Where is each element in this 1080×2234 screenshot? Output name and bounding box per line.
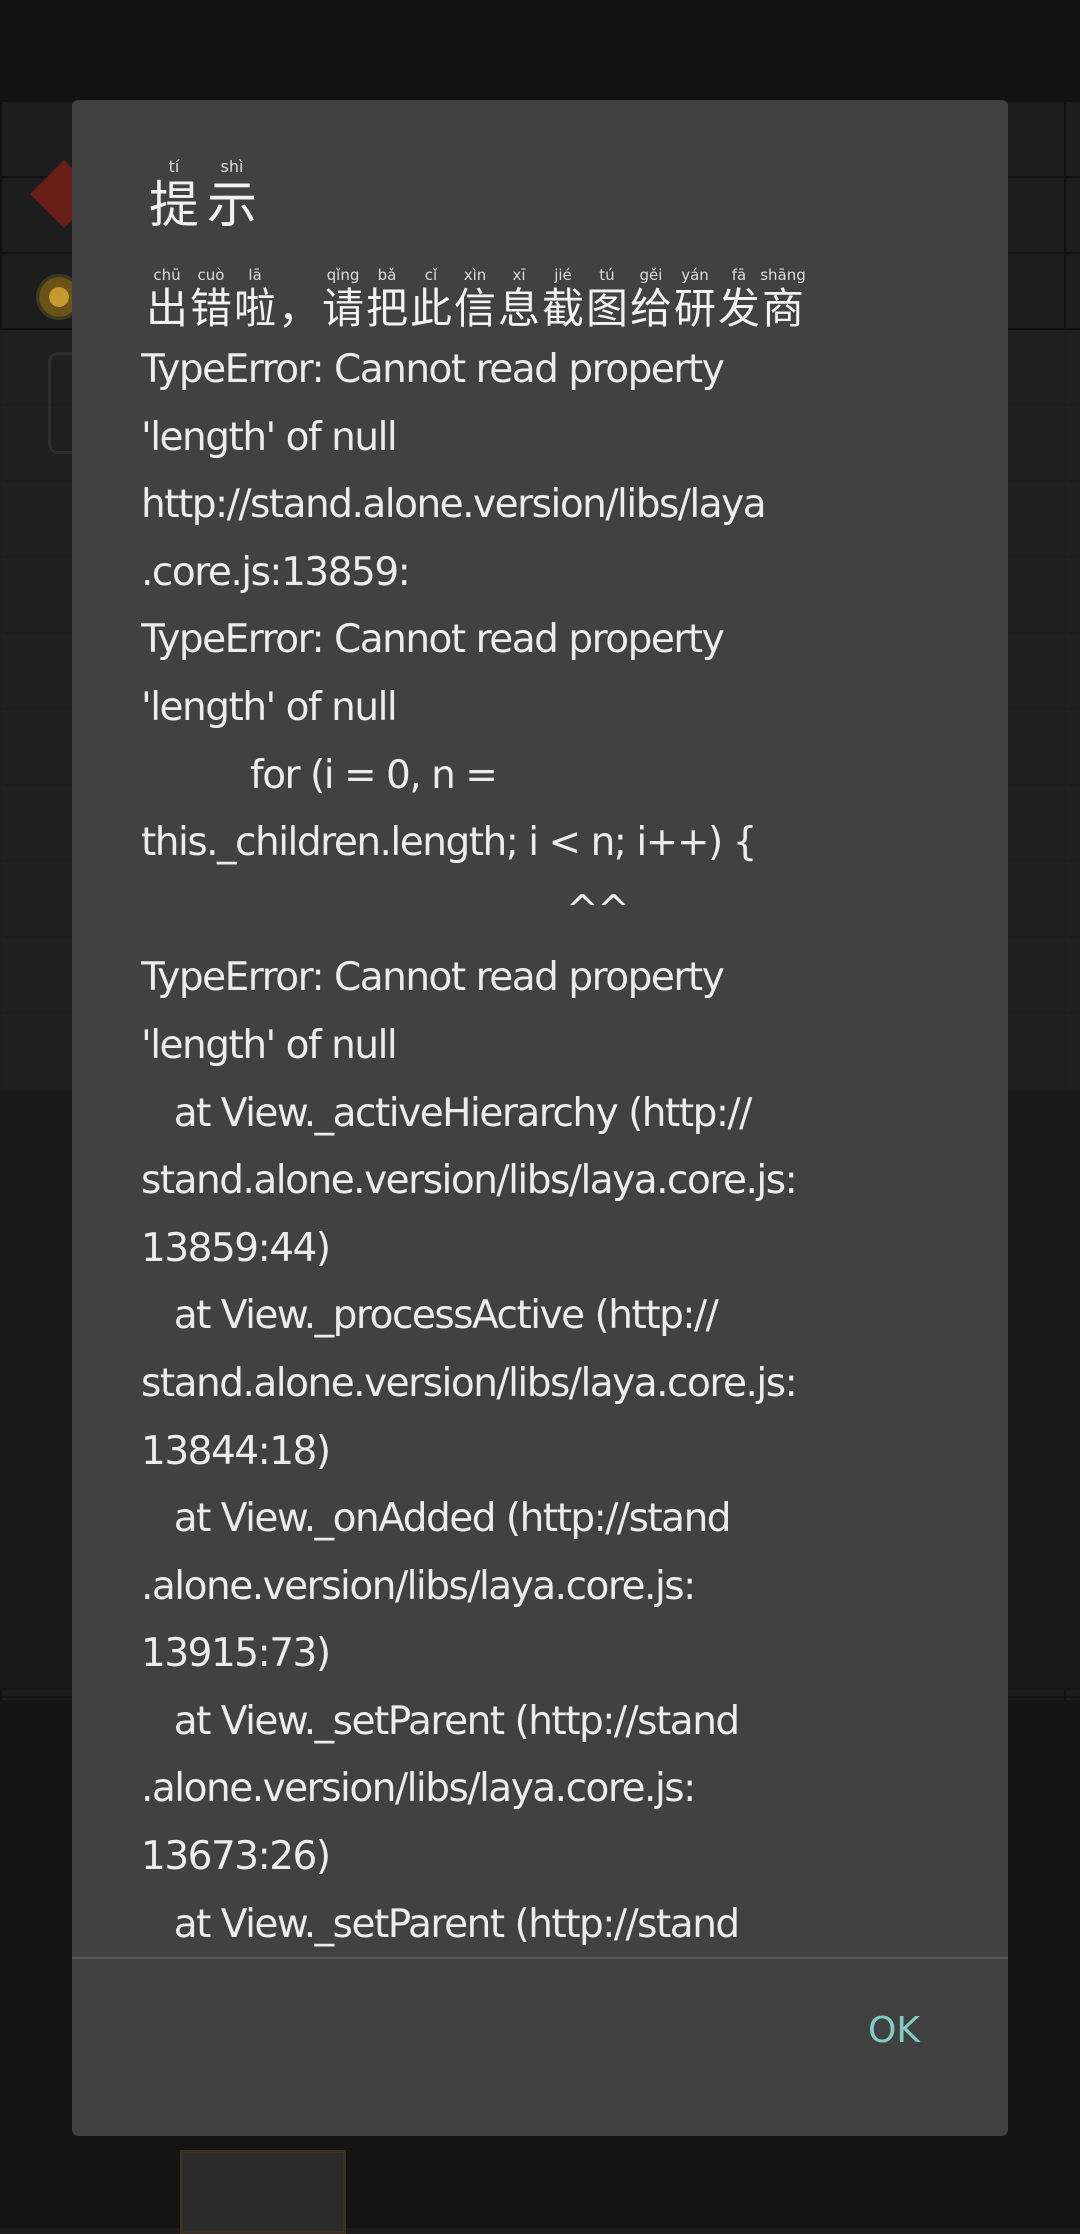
message-char: xìn 信 bbox=[453, 266, 497, 334]
hanzi-character: 息 bbox=[497, 284, 540, 333]
error-text-line: stand.alone.version/libs/laya.core.js: bbox=[141, 1158, 798, 1204]
message-char: qǐng 请 bbox=[321, 266, 365, 334]
error-text-line: 'length' of null bbox=[141, 414, 398, 460]
pinyin-annotation: fā bbox=[731, 266, 747, 284]
pinyin-annotation: shāng bbox=[760, 266, 806, 284]
dialog-title: tí 提 shì 示 bbox=[145, 157, 261, 235]
error-text-line: TypeError: Cannot read property bbox=[141, 955, 725, 1001]
message-char: tú 图 bbox=[585, 266, 629, 334]
pinyin-annotation: tú bbox=[599, 266, 615, 284]
title-char: tí 提 bbox=[145, 157, 203, 235]
message-char: bǎ 把 bbox=[365, 266, 409, 334]
hanzi-character: 商 bbox=[761, 284, 804, 333]
hanzi-character: 把 bbox=[365, 284, 408, 333]
message-char: gěi 给 bbox=[629, 266, 673, 334]
background-game-object bbox=[180, 2150, 346, 2234]
hanzi-character: 此 bbox=[409, 284, 452, 333]
pinyin-annotation: lā bbox=[248, 266, 262, 284]
error-text-line: 13844:18) bbox=[141, 1428, 331, 1474]
message-char: chū 出 bbox=[145, 266, 189, 334]
message-char: fā 发 bbox=[717, 266, 761, 334]
ok-button[interactable]: OK bbox=[868, 2010, 920, 2051]
hanzi-character: 啦 bbox=[233, 284, 276, 333]
error-text-line: 13859:44) bbox=[141, 1225, 331, 1271]
error-text-line: TypeError: Cannot read property bbox=[141, 617, 725, 663]
error-text-line: TypeError: Cannot read property bbox=[141, 347, 725, 392]
pinyin-annotation: gěi bbox=[639, 266, 663, 284]
hanzi-character: 截 bbox=[541, 284, 584, 333]
hanzi-character: 示 bbox=[207, 176, 257, 234]
error-text-line: 13673:26) bbox=[141, 1834, 331, 1880]
error-text-line: ^^ bbox=[141, 887, 630, 933]
message-char: yán 研 bbox=[673, 266, 717, 334]
error-text-line: at View._activeHierarchy (http:// bbox=[141, 1090, 753, 1136]
pinyin-annotation: cǐ bbox=[424, 266, 438, 284]
message-char: ， bbox=[277, 266, 321, 334]
pinyin-annotation: tí bbox=[168, 157, 180, 176]
error-details[interactable]: TypeError: Cannot read property 'length' … bbox=[141, 336, 961, 2048]
message-char: lā 啦 bbox=[233, 266, 277, 334]
error-text-line: http://stand.alone.version/libs/laya bbox=[141, 482, 767, 528]
pinyin-annotation: chū bbox=[153, 266, 181, 284]
hanzi-character: 信 bbox=[453, 284, 496, 333]
pinyin-annotation: qǐng bbox=[326, 266, 360, 284]
hanzi-character: 错 bbox=[189, 284, 232, 333]
message-char: cǐ 此 bbox=[409, 266, 453, 334]
pinyin-annotation: bǎ bbox=[377, 266, 397, 284]
error-text-line: for (i = 0, n = bbox=[141, 752, 498, 798]
error-text-line: this._children.length; i < n; i++) { bbox=[141, 820, 757, 866]
error-text-line: 'length' of null bbox=[141, 684, 398, 730]
hanzi-character: ， bbox=[277, 284, 320, 333]
hanzi-character: 请 bbox=[321, 284, 364, 333]
pinyin-annotation: xìn bbox=[463, 266, 487, 284]
error-text-line: .alone.version/libs/laya.core.js: bbox=[141, 1563, 696, 1609]
hanzi-character: 出 bbox=[145, 284, 188, 333]
error-text-line: .core.js:13859: bbox=[141, 549, 411, 595]
dialog-footer-divider bbox=[72, 1957, 1008, 1959]
error-text-line: 'length' of null bbox=[141, 1022, 398, 1068]
dialog-message-heading: chū 出 cuò 错 lā 啦， qǐng 请 bǎ 把 cǐ 此 xìn 信 xī 息 jié 截 tú 图 gěi… bbox=[145, 266, 806, 334]
hanzi-character: 给 bbox=[629, 284, 672, 333]
message-char: shāng 商 bbox=[760, 266, 806, 334]
error-text-line: at View._setParent (http://stand bbox=[141, 1698, 740, 1744]
error-text-line: 13915:73) bbox=[141, 1631, 331, 1677]
error-text-line: at View._processActive (http:// bbox=[141, 1293, 719, 1339]
error-text-line: .alone.version/libs/laya.core.js: bbox=[141, 1766, 696, 1812]
message-char: cuò 错 bbox=[189, 266, 233, 334]
error-text-line: at View._setParent (http://stand bbox=[141, 1901, 740, 1947]
message-char: jié 截 bbox=[541, 266, 585, 334]
message-char: xī 息 bbox=[497, 266, 541, 334]
hanzi-character: 图 bbox=[585, 284, 628, 333]
background-top-bar bbox=[0, 0, 1080, 100]
error-text-line: stand.alone.version/libs/laya.core.js: bbox=[141, 1360, 798, 1406]
pinyin-annotation: cuò bbox=[197, 266, 225, 284]
pinyin-annotation: shì bbox=[220, 157, 244, 176]
pinyin-annotation: yán bbox=[681, 266, 709, 284]
hanzi-character: 发 bbox=[717, 284, 760, 333]
pinyin-annotation: xī bbox=[512, 266, 526, 284]
title-char: shì 示 bbox=[203, 157, 261, 235]
pinyin-annotation: jié bbox=[554, 266, 572, 284]
error-dialog: tí 提 shì 示 chū 出 cuò 错 lā 啦， qǐng 请 bǎ 把 cǐ 此 xìn 信 xī 息 ji… bbox=[72, 100, 1008, 2136]
hanzi-character: 提 bbox=[149, 176, 199, 234]
hanzi-character: 研 bbox=[673, 284, 716, 333]
error-text-line: at View._onAdded (http://stand bbox=[141, 1496, 732, 1542]
